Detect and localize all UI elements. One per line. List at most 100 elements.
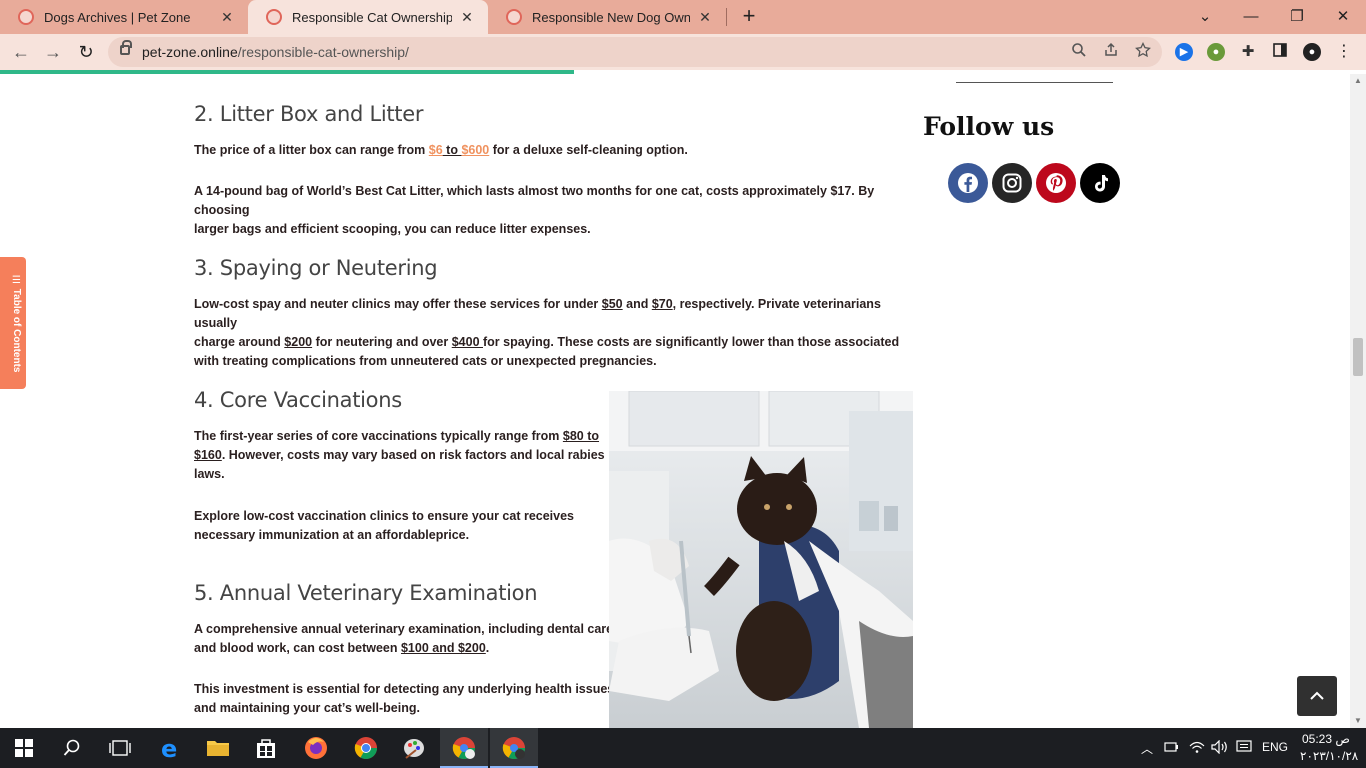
sidebar-divider [956,82,1113,83]
tab-close-icon[interactable]: ✕ [458,9,476,26]
bookmark-star-icon[interactable] [1132,41,1154,62]
store-bag-icon [257,739,275,758]
lock-icon[interactable] [120,40,132,55]
chrome-profile-icon [502,737,525,759]
extensions-puzzle-icon[interactable]: ✚ [1239,43,1257,61]
table-of-contents-toggle[interactable]: ☰ Table of Contents [0,257,26,389]
price-link[interactable]: $50 [602,297,623,311]
search-button[interactable] [58,734,86,762]
pinterest-icon [1046,173,1066,193]
chrome-profile-icon [452,737,475,759]
reload-button[interactable]: ↻ [73,39,99,65]
tab-responsible-cat-ownership[interactable]: Responsible Cat Ownership: Fina ✕ [248,0,488,34]
text: and blood work, can cost between [194,641,401,655]
battery-icon[interactable] [1164,740,1180,757]
restore-button[interactable]: ❐ [1284,4,1310,30]
volume-icon[interactable] [1211,739,1229,757]
paragraph-litter-bag: A 14-pound bag of World’s Best Cat Litte… [194,182,914,239]
task-view-button[interactable] [106,734,134,762]
scroll-to-top-button[interactable] [1297,676,1337,716]
price-link[interactable]: $70 [652,297,673,311]
taskbar-chrome-profile-2-button[interactable] [500,734,528,762]
notifications-icon[interactable] [1236,740,1252,757]
text: charge around [194,335,285,349]
taskbar-paint-button[interactable] [400,734,428,762]
address-bar[interactable]: pet-zone.online/responsible-cat-ownershi… [108,37,1162,67]
tab-responsible-new-dog-ownership[interactable]: Responsible New Dog Ownershi ✕ [488,0,726,34]
url-host: pet-zone.online [142,44,238,60]
paragraph-vet-exam-cost: A comprehensive annual veterinary examin… [194,620,613,658]
instagram-link[interactable] [992,163,1032,203]
text: for neutering and over [312,335,452,349]
text: larger bags and efficient scooping, you … [194,222,591,236]
scroll-up-arrow-icon[interactable]: ▲ [1354,76,1362,85]
price-link[interactable]: $100 and $200 [401,641,486,655]
tab-title: Responsible New Dog Ownershi [532,9,690,25]
list-icon: ☰ [11,275,22,289]
share-icon[interactable] [1100,42,1122,62]
facebook-link[interactable] [948,163,988,203]
close-window-button[interactable]: ✕ [1330,4,1356,30]
tab-close-icon[interactable]: ✕ [218,9,236,26]
price-link-low[interactable]: $6 [429,143,443,157]
text: A comprehensive annual veterinary examin… [194,622,614,636]
tiktok-link[interactable] [1080,163,1120,203]
back-button[interactable]: ← [8,39,34,65]
tab-search-button[interactable]: ⌄ [1192,4,1218,30]
price-link[interactable]: $80 to [563,429,599,443]
show-hidden-icons-chevron-icon[interactable]: ︿ [1141,740,1153,757]
zoom-icon[interactable] [1068,42,1090,62]
text: This investment is essential for detecti… [194,682,615,696]
price-link[interactable]: $200 [284,335,312,349]
new-tab-button[interactable]: + [736,4,762,30]
forward-button[interactable]: → [40,39,66,65]
taskbar-chrome-button[interactable] [352,734,380,762]
tab-separator [726,8,727,26]
toc-label-text: Table of Contents [11,288,22,373]
clock-time[interactable]: 05:23 ص [1302,732,1350,746]
profile-avatar[interactable]: ● [1303,43,1321,61]
page-scrollbar[interactable]: ▲ ▼ [1350,74,1366,728]
taskbar-file-explorer-button[interactable] [204,734,232,762]
facebook-icon [958,173,978,193]
section-heading-litter: 2. Litter Box and Litter [194,102,424,126]
url-text[interactable]: pet-zone.online/responsible-cat-ownershi… [142,44,409,60]
extension-globe-icon[interactable]: ● [1207,43,1225,61]
language-indicator[interactable]: ENG [1262,740,1288,754]
paragraph-spaying: Low-cost spay and neuter clinics may off… [194,295,914,371]
price-link-high[interactable]: $600 [461,143,489,157]
folder-icon [207,741,229,756]
toc-label: ☰ Table of Contents [4,275,22,375]
text: laws. [194,467,225,481]
text: to [442,143,462,157]
instagram-icon [1002,173,1022,193]
chrome-menu-icon[interactable]: ⋮ [1335,43,1353,61]
section-heading-vaccinations: 4. Core Vaccinations [194,388,402,412]
taskbar-firefox-button[interactable] [302,734,330,762]
wifi-icon[interactable] [1189,740,1205,757]
taskbar-edge-button[interactable]: e [156,734,184,762]
scrollbar-thumb[interactable] [1353,338,1363,376]
firefox-icon [305,737,327,759]
price-link[interactable]: $400 [452,335,483,349]
taskbar-store-button[interactable] [252,734,280,762]
pinterest-link[interactable] [1036,163,1076,203]
svg-text:e: e [161,736,177,760]
tab-dogs-archives[interactable]: Dogs Archives | Pet Zone ✕ [0,0,248,34]
text: for spaying. These costs are significant… [483,335,900,349]
web-page: ☰ Table of Contents 2. Litter Box and Li… [0,74,1350,728]
taskbar-chrome-profile-button[interactable] [450,734,478,762]
paint-palette-icon [404,739,424,759]
scroll-down-arrow-icon[interactable]: ▼ [1354,716,1362,725]
minimize-button[interactable]: — [1238,4,1264,30]
text: Low-cost spay and neuter clinics may off… [194,297,602,311]
task-view-icon [109,740,131,756]
extension-player-icon[interactable]: ▶ [1175,43,1193,61]
price-link[interactable]: $160 [194,448,222,462]
tiktok-icon [1095,175,1108,192]
pet-zone-favicon-icon [18,9,34,25]
start-button[interactable] [10,734,38,762]
clock-date[interactable]: ٢٠٢٣/١٠/٢٨ [1300,749,1358,763]
side-panel-icon[interactable] [1271,43,1289,61]
tab-close-icon[interactable]: ✕ [696,9,714,26]
